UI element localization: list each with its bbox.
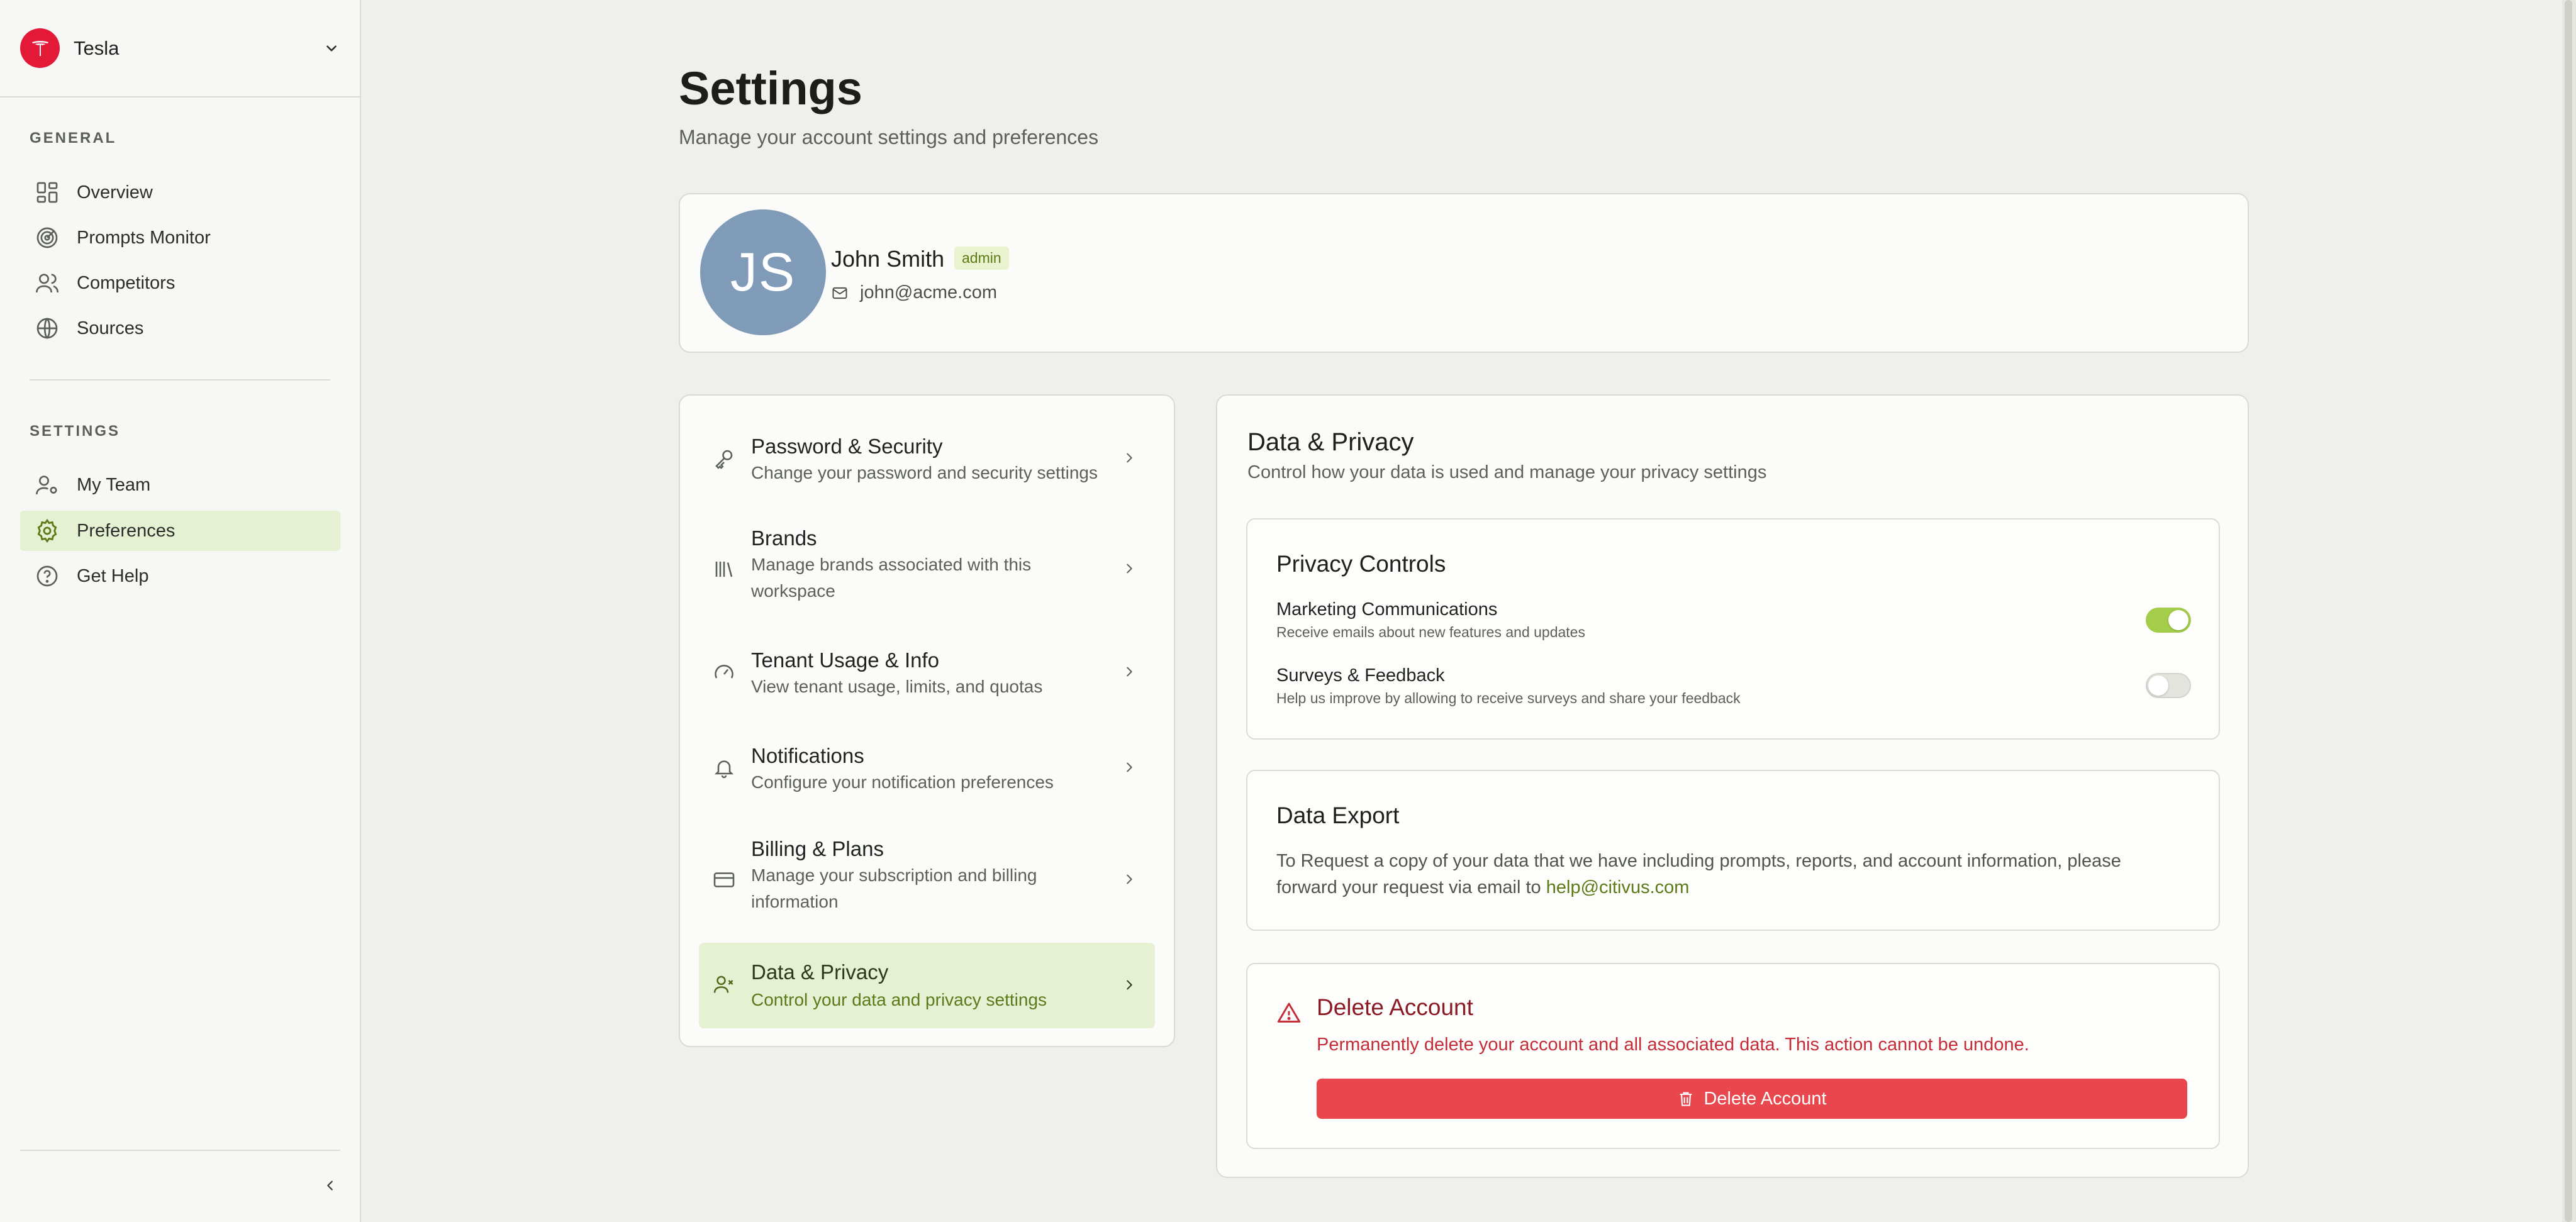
profile-name: John Smith [831,246,945,272]
radar-icon [34,225,60,251]
mail-icon [831,284,849,302]
trash-icon [1677,1090,1695,1108]
users-icon [34,270,60,296]
settings-section-label: SETTINGS [30,423,121,440]
sidebar-item-prompts-monitor[interactable]: Prompts Monitor [20,218,340,258]
sidebar-item-label: Preferences [77,520,176,541]
marketing-communications-desc: Receive emails about new features and up… [1276,624,1585,640]
menu-item-billing-plans[interactable]: Billing & Plans Manage your subscription… [699,826,1155,933]
sidebar-item-competitors[interactable]: Competitors [20,263,340,303]
scrollbar-thumb[interactable] [2565,0,2572,1222]
help-email-link[interactable]: help@citivus.com [1546,877,1690,897]
gear-icon [34,518,60,544]
delete-account-title: Delete Account [1317,994,1473,1020]
profile-email-row: john@acme.com [831,282,997,303]
delete-account-desc: Permanently delete your account and all … [1317,1035,2029,1055]
data-export-title: Data Export [1276,803,1400,828]
data-export-card: Data Export To Request a copy of your da… [1246,770,2220,931]
sidebar-item-get-help[interactable]: Get Help [20,556,340,596]
chevron-down-icon[interactable] [323,40,340,57]
sidebar-item-label: Competitors [77,272,176,293]
sidebar-item-overview[interactable]: Overview [20,172,340,213]
marketing-communications-toggle[interactable] [2146,608,2191,633]
grid-icon [34,179,60,206]
chevron-right-icon [1121,560,1137,577]
marketing-communications-title: Marketing Communications [1276,599,1498,619]
globe-icon [34,315,60,342]
chevron-right-icon [1121,977,1137,993]
menu-item-title: Billing & Plans [751,837,884,860]
data-export-text: To Request a copy of your data that we h… [1276,848,2157,901]
sidebar-divider [30,379,330,380]
menu-item-desc: Configure your notification preferences [751,772,1054,792]
page-title: Settings [679,62,862,114]
chevron-right-icon [1121,450,1137,466]
menu-item-data-privacy[interactable]: Data & Privacy Control your data and pri… [699,943,1155,1028]
data-privacy-panel: Data & Privacy Control how your data is … [1216,394,2249,1178]
general-section-label: GENERAL [30,130,117,147]
surveys-feedback-desc: Help us improve by allowing to receive s… [1276,690,1741,706]
sidebar-item-label: Overview [77,182,153,203]
sidebar-item-my-team[interactable]: My Team [20,465,340,505]
org-switcher[interactable]: Tesla [0,0,360,97]
menu-item-desc: Manage brands associated with this works… [751,555,1032,601]
menu-item-title: Data & Privacy [751,960,889,984]
settings-menu: Password & Security Change your password… [679,394,1175,1047]
sidebar-item-label: Get Help [77,565,149,586]
menu-item-notifications[interactable]: Notifications Configure your notificatio… [699,730,1155,806]
library-icon [711,557,737,582]
key-icon [711,446,737,471]
panel-desc: Control how your data is used and manage… [1247,462,1767,482]
user-gear-icon [34,472,60,498]
sidebar-item-label: Prompts Monitor [77,227,211,248]
sidebar-footer-divider [20,1150,340,1151]
menu-item-title: Tenant Usage & Info [751,648,940,672]
delete-account-card: Delete Account Permanently delete your a… [1246,963,2220,1149]
privacy-controls-title: Privacy Controls [1276,551,1446,577]
avatar: JS [700,209,826,335]
profile-card: JS John Smith admin john@acme.com [679,193,2249,353]
delete-account-button[interactable]: Delete Account [1317,1079,2187,1119]
panel-title: Data & Privacy [1247,428,1414,456]
credit-card-icon [711,867,737,892]
sidebar-item-preferences[interactable]: Preferences [20,511,340,551]
chevron-right-icon [1121,759,1137,775]
sidebar-item-sources[interactable]: Sources [20,308,340,348]
org-name: Tesla [74,36,120,59]
surveys-feedback-title: Surveys & Feedback [1276,665,1445,686]
privacy-controls-card: Privacy Controls Marketing Communication… [1246,518,2220,740]
menu-item-title: Password & Security [751,435,943,458]
gauge-icon [711,660,737,685]
sidebar-item-label: My Team [77,474,151,495]
alert-triangle-icon [1276,1001,1302,1026]
toggle-knob [2168,610,2188,630]
menu-item-title: Brands [751,526,817,550]
delete-account-button-label: Delete Account [1703,1088,1827,1109]
data-export-body: To Request a copy of your data that we h… [1276,851,2121,897]
menu-item-tenant-usage[interactable]: Tenant Usage & Info View tenant usage, l… [699,635,1155,710]
sidebar-item-label: Sources [77,318,144,338]
bell-icon [711,755,737,780]
collapse-sidebar-icon[interactable] [321,1176,340,1195]
surveys-feedback-toggle[interactable] [2146,673,2191,698]
profile-email: john@acme.com [860,282,998,303]
menu-item-password-security[interactable]: Password & Security Change your password… [699,421,1155,496]
sidebar: Tesla GENERAL Overview Prompts Monitor C… [0,0,361,1222]
page-scrollbar[interactable] [2562,0,2576,1222]
menu-item-brands[interactable]: Brands Manage brands associated with thi… [699,515,1155,622]
role-badge: admin [954,247,1009,270]
menu-item-desc: View tenant usage, limits, and quotas [751,677,1043,696]
menu-item-desc: Change your password and security settin… [751,463,1098,482]
help-circle-icon [34,563,60,589]
menu-item-desc: Manage your subscription and billing inf… [751,865,1037,911]
menu-item-desc: Control your data and privacy settings [751,990,1047,1009]
toggle-knob [2148,675,2168,696]
user-x-icon [711,972,737,997]
page-subtitle: Manage your account settings and prefere… [679,126,1099,148]
menu-item-title: Notifications [751,744,864,767]
chevron-right-icon [1121,871,1137,887]
tesla-logo-icon [20,28,60,68]
chevron-right-icon [1121,664,1137,680]
